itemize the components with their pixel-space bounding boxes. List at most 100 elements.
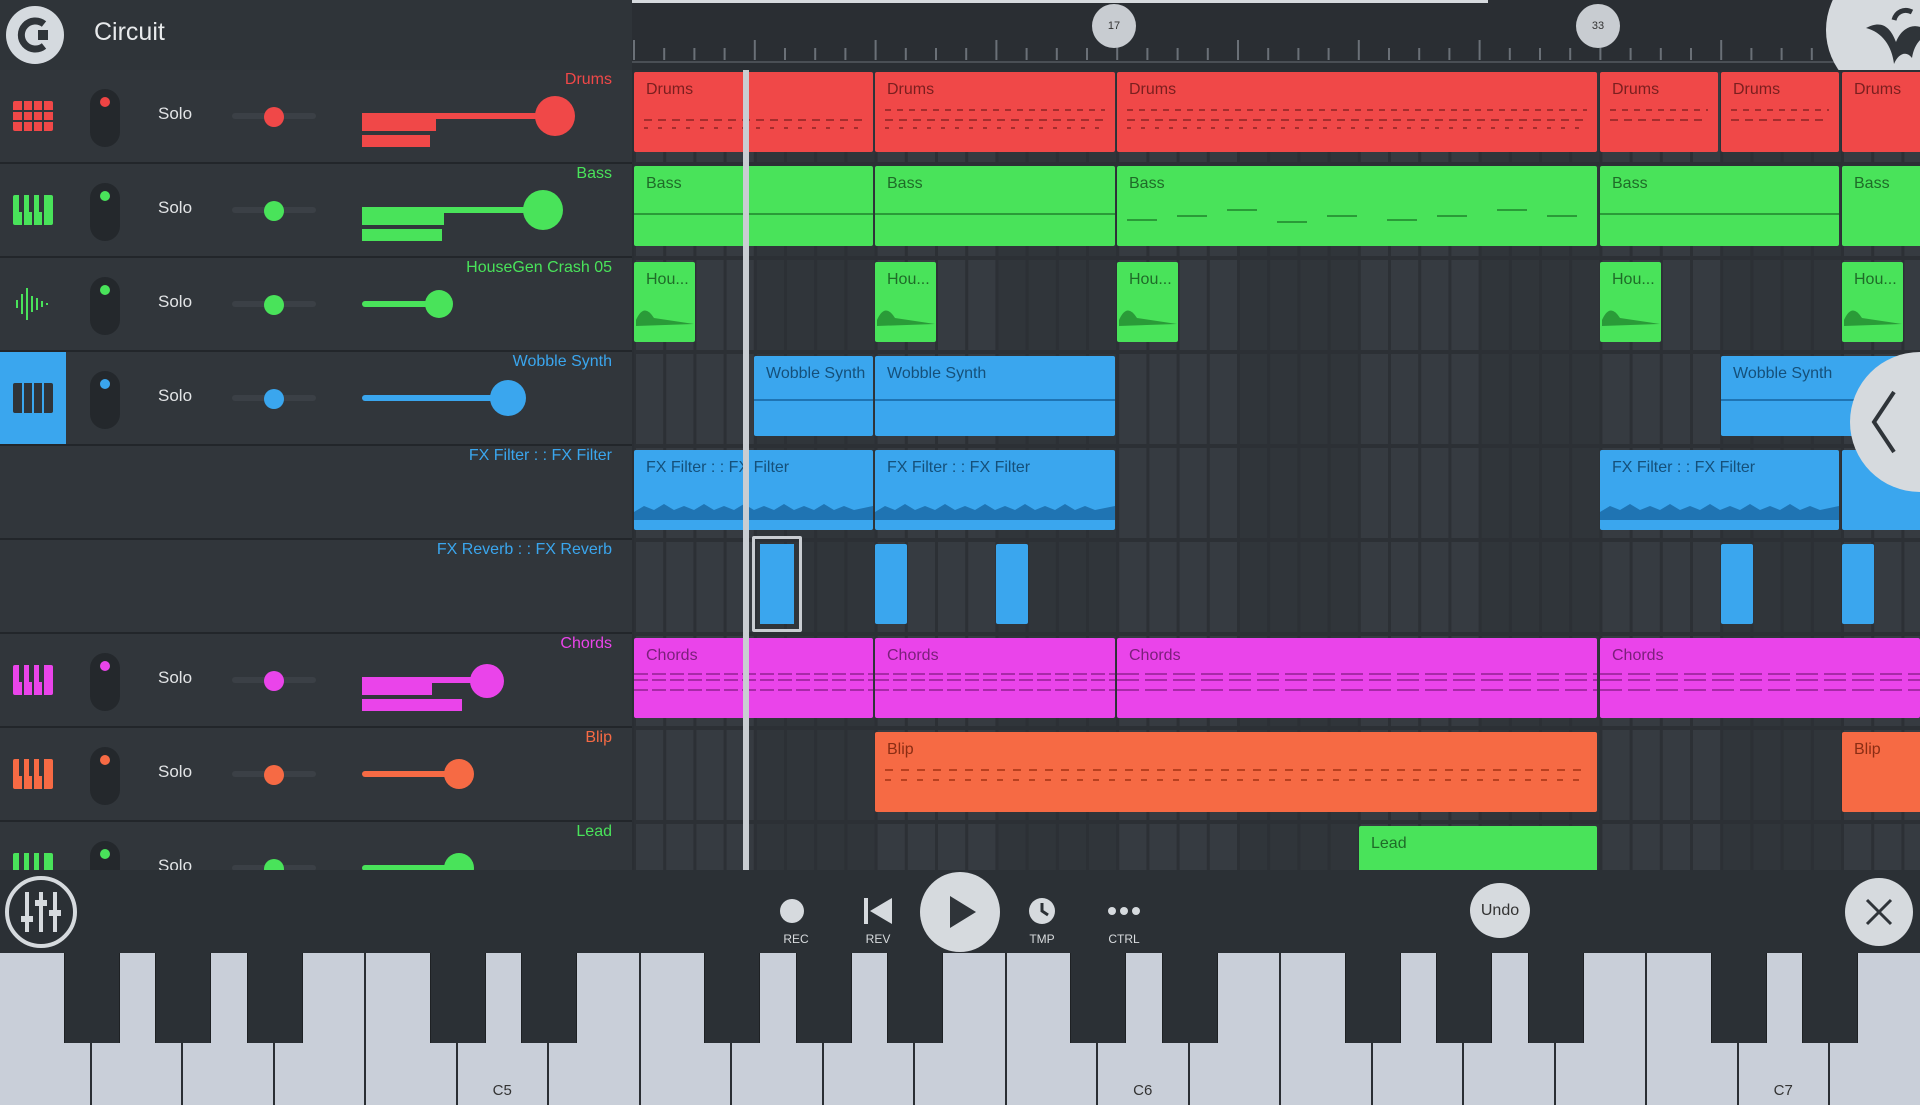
piano-keyboard[interactable]: C5 C6 C7 xyxy=(0,953,1920,1105)
bar-marker-17[interactable]: 17 xyxy=(1092,4,1136,48)
piano-black-key[interactable] xyxy=(1436,953,1492,1043)
clip-bass[interactable]: Bass xyxy=(1600,166,1839,246)
playhead[interactable] xyxy=(743,70,749,870)
volume-knob[interactable] xyxy=(425,290,453,318)
pan-knob[interactable] xyxy=(264,107,284,127)
clip-drums[interactable]: Drums xyxy=(1117,72,1597,152)
piano-black-key[interactable] xyxy=(795,953,852,1043)
piano-black-key[interactable] xyxy=(1344,953,1401,1043)
piano-black-key[interactable] xyxy=(1802,953,1858,1043)
pan-knob[interactable] xyxy=(264,671,284,691)
collapse-panel-button[interactable] xyxy=(1850,352,1920,492)
solo-button[interactable]: Solo xyxy=(158,762,192,782)
clip-wobble-synth[interactable]: Wobble Synth xyxy=(875,356,1115,436)
piano-black-key[interactable] xyxy=(1710,953,1767,1043)
track-header-fx-reverb[interactable]: FX Reverb : : FX Reverb xyxy=(0,540,632,634)
track-name[interactable]: Wobble Synth xyxy=(513,353,612,371)
playlist-grid[interactable]: Drums Drums Drums Drums Drums Drums Bass… xyxy=(634,70,1920,870)
piano-black-key[interactable] xyxy=(155,953,211,1043)
solo-button[interactable]: Solo xyxy=(158,104,192,124)
pan-knob[interactable] xyxy=(264,765,284,785)
track-name[interactable]: Lead xyxy=(576,823,612,841)
clip-chords[interactable]: Chords xyxy=(634,638,873,718)
mute-knob[interactable] xyxy=(90,183,120,241)
mixer-button[interactable] xyxy=(5,876,77,948)
track-header-wobble-synth[interactable]: Solo Wobble Synth xyxy=(0,352,632,446)
play-button[interactable] xyxy=(920,872,1000,952)
piano-black-key[interactable] xyxy=(704,953,760,1043)
volume-knob[interactable] xyxy=(523,190,563,230)
ctrl-button[interactable] xyxy=(1094,896,1154,931)
mute-knob[interactable] xyxy=(90,371,120,429)
solo-button[interactable]: Solo xyxy=(158,668,192,688)
clip-fx-reverb[interactable] xyxy=(996,544,1028,624)
clip-crash[interactable]: Hou... xyxy=(1117,262,1178,342)
mute-knob[interactable] xyxy=(90,89,120,147)
clip-crash[interactable]: Hou... xyxy=(1600,262,1661,342)
piano-roll-icon[interactable] xyxy=(0,70,66,162)
mute-knob[interactable] xyxy=(90,747,120,805)
clip-drums[interactable]: Drums xyxy=(1721,72,1839,152)
piano-black-key[interactable] xyxy=(521,953,577,1043)
clip-drums[interactable]: Drums xyxy=(1842,72,1920,152)
piano-keys-icon[interactable] xyxy=(0,634,66,726)
tempo-button[interactable] xyxy=(1012,896,1072,931)
track-name[interactable]: HouseGen Crash 05 xyxy=(466,259,612,277)
clip-bass[interactable]: Bass xyxy=(634,166,873,246)
clip-wobble-synth[interactable]: Wobble Synth xyxy=(754,356,873,436)
clip-fx-reverb[interactable] xyxy=(1842,544,1874,624)
piano-keys-icon[interactable] xyxy=(0,164,66,256)
track-header-crash[interactable]: Solo HouseGen Crash 05 xyxy=(0,258,632,352)
track-header-bass[interactable]: Solo Bass xyxy=(0,164,632,258)
mute-knob[interactable] xyxy=(90,841,120,870)
track-name[interactable]: Bass xyxy=(576,165,612,183)
solo-button[interactable]: Solo xyxy=(158,386,192,406)
clip-fx-filter[interactable]: FX Filter : : FX Filter xyxy=(875,450,1115,530)
clip-fx-reverb[interactable] xyxy=(875,544,907,624)
track-header-drums[interactable]: Solo Drums xyxy=(0,70,632,164)
waveform-icon[interactable] xyxy=(0,258,66,350)
undo-button[interactable]: Undo xyxy=(1470,883,1530,938)
bar-marker-33[interactable]: 33 xyxy=(1576,4,1620,48)
solo-button[interactable]: Solo xyxy=(158,292,192,312)
clip-bass[interactable]: Bass xyxy=(875,166,1115,246)
clip-blip[interactable]: Blip xyxy=(875,732,1597,812)
clip-lead[interactable]: Lead xyxy=(1359,826,1597,870)
clip-drums[interactable]: Drums xyxy=(634,72,873,152)
clip-chords[interactable]: Chords xyxy=(1117,638,1597,718)
timeline-ruler[interactable]: 17 33 xyxy=(632,0,1920,70)
clip-fx-reverb[interactable] xyxy=(752,536,802,632)
piano-black-key[interactable] xyxy=(429,953,486,1043)
clip-drums[interactable]: Drums xyxy=(875,72,1115,152)
volume-knob[interactable] xyxy=(444,853,474,870)
clip-crash[interactable]: Hou... xyxy=(1842,262,1903,342)
clip-bass[interactable]: Bass xyxy=(1842,166,1920,246)
mute-knob[interactable] xyxy=(90,653,120,711)
piano-black-key[interactable] xyxy=(1161,953,1218,1043)
clip-crash[interactable]: Hou... xyxy=(875,262,936,342)
piano-keys-icon[interactable] xyxy=(0,352,66,444)
solo-button[interactable]: Solo xyxy=(158,198,192,218)
piano-keys-icon[interactable] xyxy=(0,822,66,870)
clip-drums[interactable]: Drums xyxy=(1600,72,1718,152)
clip-blip[interactable]: Blip xyxy=(1842,732,1920,812)
track-header-lead[interactable]: Solo Lead xyxy=(0,822,632,870)
track-header-chords[interactable]: Solo Chords xyxy=(0,634,632,728)
track-name[interactable]: FX Reverb : : FX Reverb xyxy=(437,541,612,559)
track-header-fx-filter[interactable]: FX Filter : : FX Filter xyxy=(0,446,632,540)
clip-crash[interactable]: Hou... xyxy=(634,262,695,342)
piano-black-key[interactable] xyxy=(63,953,120,1043)
volume-knob[interactable] xyxy=(470,664,504,698)
track-header-blip[interactable]: Solo Blip xyxy=(0,728,632,822)
piano-black-key[interactable] xyxy=(1070,953,1126,1043)
volume-knob[interactable] xyxy=(444,759,474,789)
solo-button[interactable]: Solo xyxy=(158,856,192,870)
piano-black-key[interactable] xyxy=(1527,953,1584,1043)
clip-chords[interactable]: Chords xyxy=(875,638,1115,718)
clip-bass[interactable]: Bass xyxy=(1117,166,1597,246)
circuit-logo-icon[interactable] xyxy=(6,6,64,64)
pan-knob[interactable] xyxy=(264,859,284,870)
track-name[interactable]: FX Filter : : FX Filter xyxy=(469,447,612,465)
piano-black-key[interactable] xyxy=(887,953,943,1043)
close-button[interactable] xyxy=(1845,878,1913,946)
